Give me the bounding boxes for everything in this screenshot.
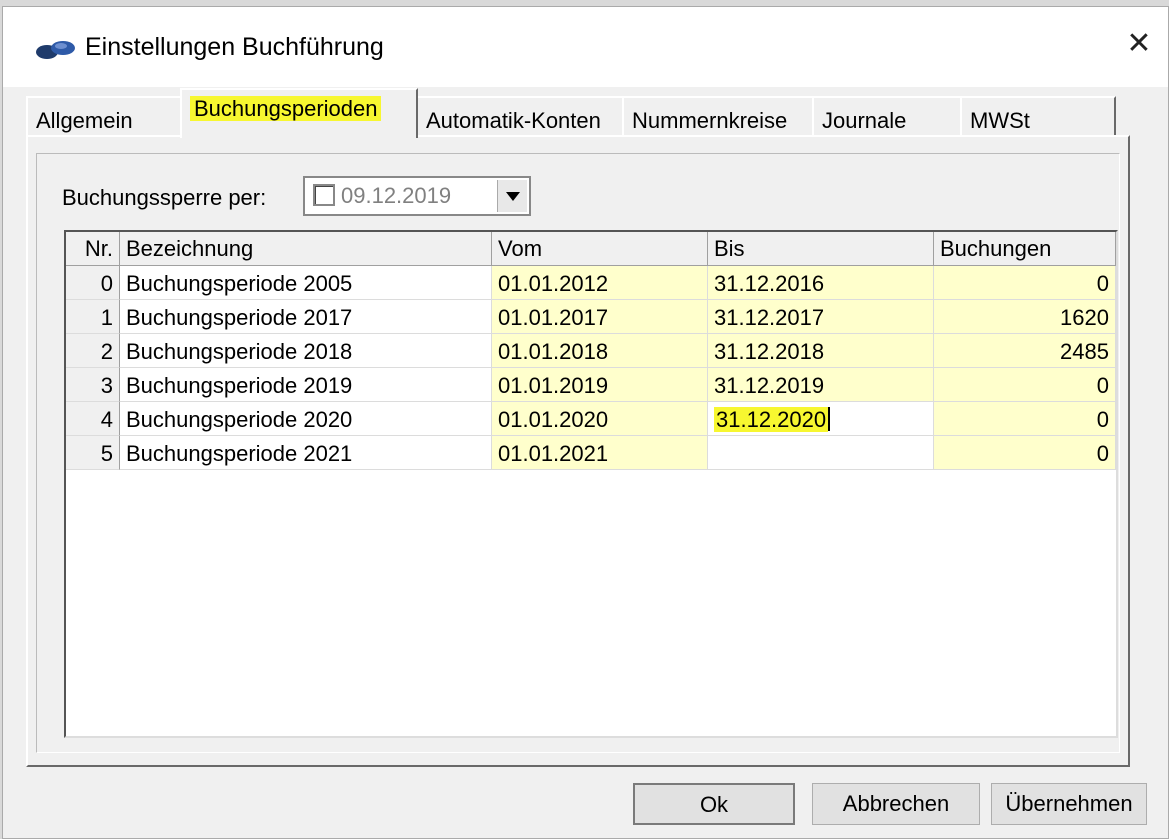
cell-bezeichnung[interactable]: Buchungsperiode 2019 [120, 368, 492, 402]
table-row[interactable]: 3 Buchungsperiode 2019 01.01.2019 31.12.… [66, 368, 1116, 402]
header-buchungen[interactable]: Buchungen [934, 232, 1116, 266]
cell-vom[interactable]: 01.01.2020 [492, 402, 708, 436]
booking-lock-label: Buchungssperre per: [62, 185, 267, 210]
cell-bezeichnung[interactable]: Buchungsperiode 2020 [120, 402, 492, 436]
cell-vom[interactable]: 01.01.2017 [492, 300, 708, 334]
table-row[interactable]: 5 Buchungsperiode 2021 01.01.2021 0 [66, 436, 1116, 470]
cell-nr: 2 [66, 334, 120, 368]
cell-bis-editing[interactable]: 31.12.2020 [708, 402, 934, 436]
header-vom[interactable]: Vom [492, 232, 708, 266]
cell-buchungen: 0 [934, 436, 1116, 470]
cell-bis[interactable] [708, 436, 934, 470]
cell-nr: 3 [66, 368, 120, 402]
tab-journale[interactable]: Journale [812, 96, 962, 136]
cell-bis[interactable]: 31.12.2016 [708, 266, 934, 300]
chevron-down-icon[interactable] [497, 180, 527, 212]
cell-vom[interactable]: 01.01.2012 [492, 266, 708, 300]
cell-buchungen: 0 [934, 368, 1116, 402]
cell-bis[interactable]: 31.12.2018 [708, 334, 934, 368]
cell-bezeichnung[interactable]: Buchungsperiode 2005 [120, 266, 492, 300]
cell-buchungen: 1620 [934, 300, 1116, 334]
apply-button[interactable]: Übernehmen [991, 783, 1147, 825]
cell-bis[interactable]: 31.12.2017 [708, 300, 934, 334]
cell-buchungen: 0 [934, 402, 1116, 436]
tab-nummernkreise[interactable]: Nummernkreise [622, 96, 814, 136]
tab-buchungsperioden-label: Buchungsperioden [190, 96, 382, 121]
cancel-button[interactable]: Abbrechen [812, 783, 980, 825]
cell-nr: 5 [66, 436, 120, 470]
table-row[interactable]: 1 Buchungsperiode 2017 01.01.2017 31.12.… [66, 300, 1116, 334]
cell-nr: 0 [66, 266, 120, 300]
ok-button[interactable]: Ok [633, 783, 795, 825]
cell-buchungen: 0 [934, 266, 1116, 300]
booking-lock-date: 09.12.2019 [341, 183, 452, 208]
cell-bezeichnung[interactable]: Buchungsperiode 2018 [120, 334, 492, 368]
cell-bezeichnung[interactable]: Buchungsperiode 2017 [120, 300, 492, 334]
periods-grid[interactable]: Nr. Bezeichnung Vom Bis Buchungen 0 Buch… [64, 230, 1118, 738]
table-row[interactable]: 2 Buchungsperiode 2018 01.01.2018 31.12.… [66, 334, 1116, 368]
cell-buchungen: 2485 [934, 334, 1116, 368]
cell-bezeichnung[interactable]: Buchungsperiode 2021 [120, 436, 492, 470]
tab-automatik-konten[interactable]: Automatik-Konten [416, 96, 624, 136]
booking-lock-checkbox[interactable] [313, 184, 335, 206]
tab-allgemein[interactable]: Allgemein [26, 96, 182, 136]
cell-bis-text: 31.12.2020 [714, 407, 829, 432]
tab-bar: Allgemein Buchungsperioden Automatik-Kon… [26, 88, 1126, 138]
tab-mwst[interactable]: MWSt [960, 96, 1116, 136]
title-bar: Einstellungen Buchführung ✕ [3, 7, 1168, 87]
close-icon[interactable]: ✕ [1124, 29, 1154, 59]
cell-vom[interactable]: 01.01.2019 [492, 368, 708, 402]
cell-vom[interactable]: 01.01.2018 [492, 334, 708, 368]
cell-bis[interactable]: 31.12.2019 [708, 368, 934, 402]
header-nr[interactable]: Nr. [66, 232, 120, 266]
cell-nr: 1 [66, 300, 120, 334]
header-bezeichnung[interactable]: Bezeichnung [120, 232, 492, 266]
window-title: Einstellungen Buchführung [85, 33, 384, 61]
cell-vom[interactable]: 01.01.2021 [492, 436, 708, 470]
text-caret [828, 407, 831, 431]
grid-header: Nr. Bezeichnung Vom Bis Buchungen [66, 232, 1116, 266]
cell-nr: 4 [66, 402, 120, 436]
app-icon [36, 41, 75, 59]
table-row[interactable]: 4 Buchungsperiode 2020 01.01.2020 31.12.… [66, 402, 1116, 436]
table-row[interactable]: 0 Buchungsperiode 2005 01.01.2012 31.12.… [66, 266, 1116, 300]
booking-lock-date-picker[interactable]: 09.12.2019 [303, 176, 531, 216]
header-bis[interactable]: Bis [708, 232, 934, 266]
tab-buchungsperioden[interactable]: Buchungsperioden [180, 88, 418, 138]
